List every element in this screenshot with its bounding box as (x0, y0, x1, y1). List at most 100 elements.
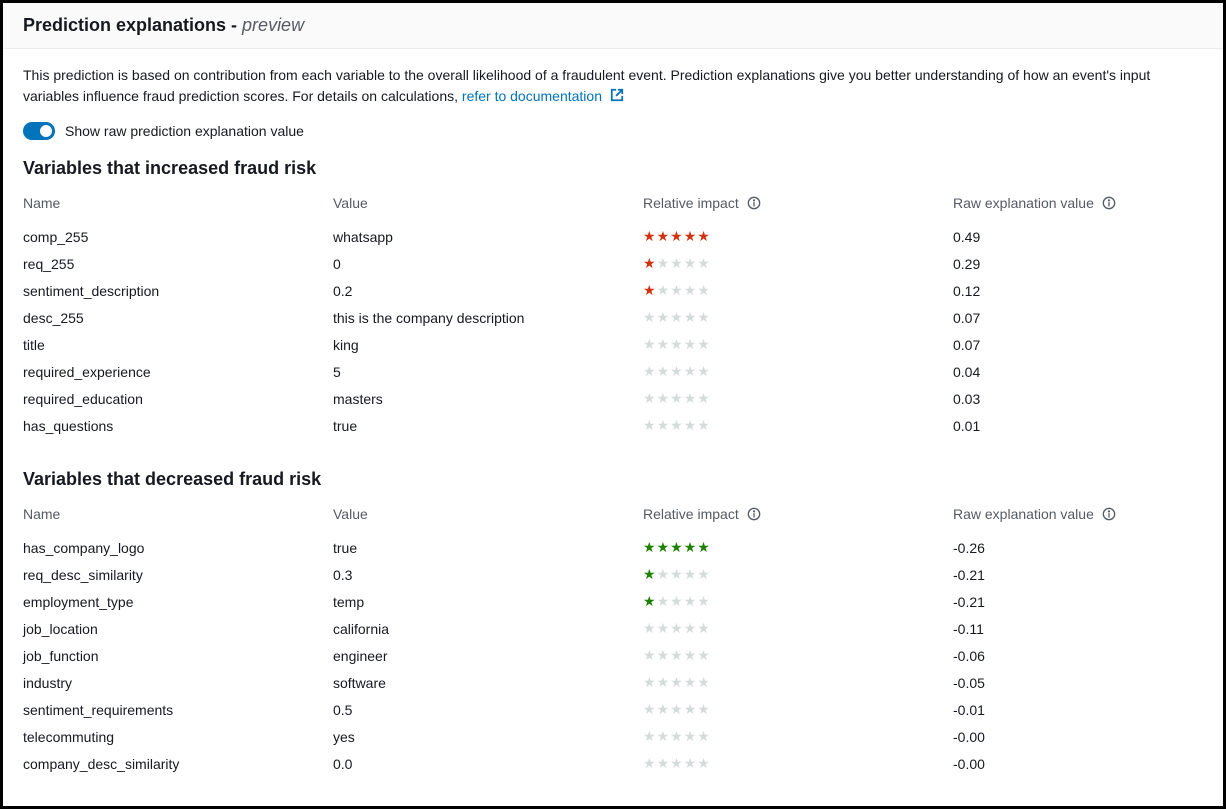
cell-raw: -0.21 (953, 588, 1203, 615)
table-row: company_desc_similarity0.0★★★★★-0.00 (23, 750, 1203, 777)
star-icon: ★ (670, 566, 684, 582)
star-rating: ★★★★★ (643, 674, 711, 690)
cell-name: required_education (23, 385, 333, 412)
cell-value: temp (333, 588, 643, 615)
star-icon: ★ (643, 363, 657, 379)
cell-impact: ★★★★★ (643, 723, 953, 750)
star-icon: ★ (697, 593, 711, 609)
star-icon: ★ (643, 566, 657, 582)
table-row: has_company_logotrue★★★★★-0.26 (23, 534, 1203, 561)
star-icon: ★ (657, 417, 671, 433)
star-icon: ★ (643, 728, 657, 744)
cell-raw: 0.04 (953, 358, 1203, 385)
cell-raw: -0.00 (953, 750, 1203, 777)
star-icon: ★ (670, 620, 684, 636)
star-icon: ★ (643, 255, 657, 271)
increased-table: Name Value Relative impact Raw explanati… (23, 189, 1203, 439)
star-icon: ★ (684, 336, 698, 352)
star-icon: ★ (684, 566, 698, 582)
cell-name: sentiment_description (23, 277, 333, 304)
star-rating: ★★★★★ (643, 336, 711, 352)
star-icon: ★ (657, 701, 671, 717)
cell-impact: ★★★★★ (643, 277, 953, 304)
panel-title: Prediction explanations - (23, 15, 242, 35)
star-icon: ★ (684, 755, 698, 771)
star-rating: ★★★★★ (643, 363, 711, 379)
star-icon: ★ (697, 336, 711, 352)
cell-value: software (333, 669, 643, 696)
star-icon: ★ (643, 647, 657, 663)
star-icon: ★ (670, 647, 684, 663)
documentation-link[interactable]: refer to documentation (462, 88, 624, 104)
star-icon: ★ (670, 309, 684, 325)
cell-impact: ★★★★★ (643, 304, 953, 331)
show-raw-value-toggle[interactable] (23, 122, 55, 140)
star-icon: ★ (657, 755, 671, 771)
info-icon[interactable] (1102, 507, 1116, 521)
star-icon: ★ (643, 593, 657, 609)
cell-name: sentiment_requirements (23, 696, 333, 723)
star-rating: ★★★★★ (643, 728, 711, 744)
col-header-impact: Relative impact (643, 189, 953, 223)
star-icon: ★ (697, 701, 711, 717)
star-icon: ★ (670, 282, 684, 298)
table-row: required_experience5★★★★★0.04 (23, 358, 1203, 385)
info-icon[interactable] (747, 196, 761, 210)
col-header-name: Name (23, 500, 333, 534)
col-header-impact: Relative impact (643, 500, 953, 534)
info-icon[interactable] (1102, 196, 1116, 210)
star-icon: ★ (670, 336, 684, 352)
star-icon: ★ (643, 620, 657, 636)
cell-value: 0 (333, 250, 643, 277)
star-icon: ★ (670, 539, 684, 555)
star-icon: ★ (670, 755, 684, 771)
cell-raw: -0.11 (953, 615, 1203, 642)
cell-value: 0.3 (333, 561, 643, 588)
star-icon: ★ (657, 593, 671, 609)
cell-name: desc_255 (23, 304, 333, 331)
cell-name: industry (23, 669, 333, 696)
cell-name: job_location (23, 615, 333, 642)
table-row: job_locationcalifornia★★★★★-0.11 (23, 615, 1203, 642)
star-rating: ★★★★★ (643, 309, 711, 325)
star-icon: ★ (684, 255, 698, 271)
cell-impact: ★★★★★ (643, 412, 953, 439)
cell-raw: -0.21 (953, 561, 1203, 588)
cell-impact: ★★★★★ (643, 331, 953, 358)
star-icon: ★ (657, 647, 671, 663)
cell-value: masters (333, 385, 643, 412)
info-icon[interactable] (747, 507, 761, 521)
star-icon: ★ (684, 728, 698, 744)
star-icon: ★ (643, 417, 657, 433)
cell-value: king (333, 331, 643, 358)
table-row: comp_255whatsapp★★★★★0.49 (23, 223, 1203, 250)
show-raw-value-label: Show raw prediction explanation value (65, 123, 304, 139)
cell-impact: ★★★★★ (643, 615, 953, 642)
increased-heading: Variables that increased fraud risk (23, 158, 1203, 179)
col-header-value: Value (333, 189, 643, 223)
star-icon: ★ (657, 363, 671, 379)
star-icon: ★ (670, 363, 684, 379)
cell-name: comp_255 (23, 223, 333, 250)
star-icon: ★ (643, 755, 657, 771)
star-rating: ★★★★★ (643, 417, 711, 433)
table-row: telecommutingyes★★★★★-0.00 (23, 723, 1203, 750)
star-icon: ★ (657, 255, 671, 271)
star-icon: ★ (670, 593, 684, 609)
star-icon: ★ (684, 228, 698, 244)
star-rating: ★★★★★ (643, 755, 711, 771)
table-row: titleking★★★★★0.07 (23, 331, 1203, 358)
external-link-icon (610, 89, 624, 105)
star-rating: ★★★★★ (643, 593, 711, 609)
star-icon: ★ (684, 620, 698, 636)
star-icon: ★ (657, 674, 671, 690)
cell-raw: -0.05 (953, 669, 1203, 696)
cell-raw: 0.49 (953, 223, 1203, 250)
star-icon: ★ (643, 539, 657, 555)
star-icon: ★ (670, 255, 684, 271)
cell-value: california (333, 615, 643, 642)
cell-name: employment_type (23, 588, 333, 615)
decreased-table: Name Value Relative impact Raw explanati… (23, 500, 1203, 777)
star-icon: ★ (643, 336, 657, 352)
table-row: sentiment_description0.2★★★★★0.12 (23, 277, 1203, 304)
